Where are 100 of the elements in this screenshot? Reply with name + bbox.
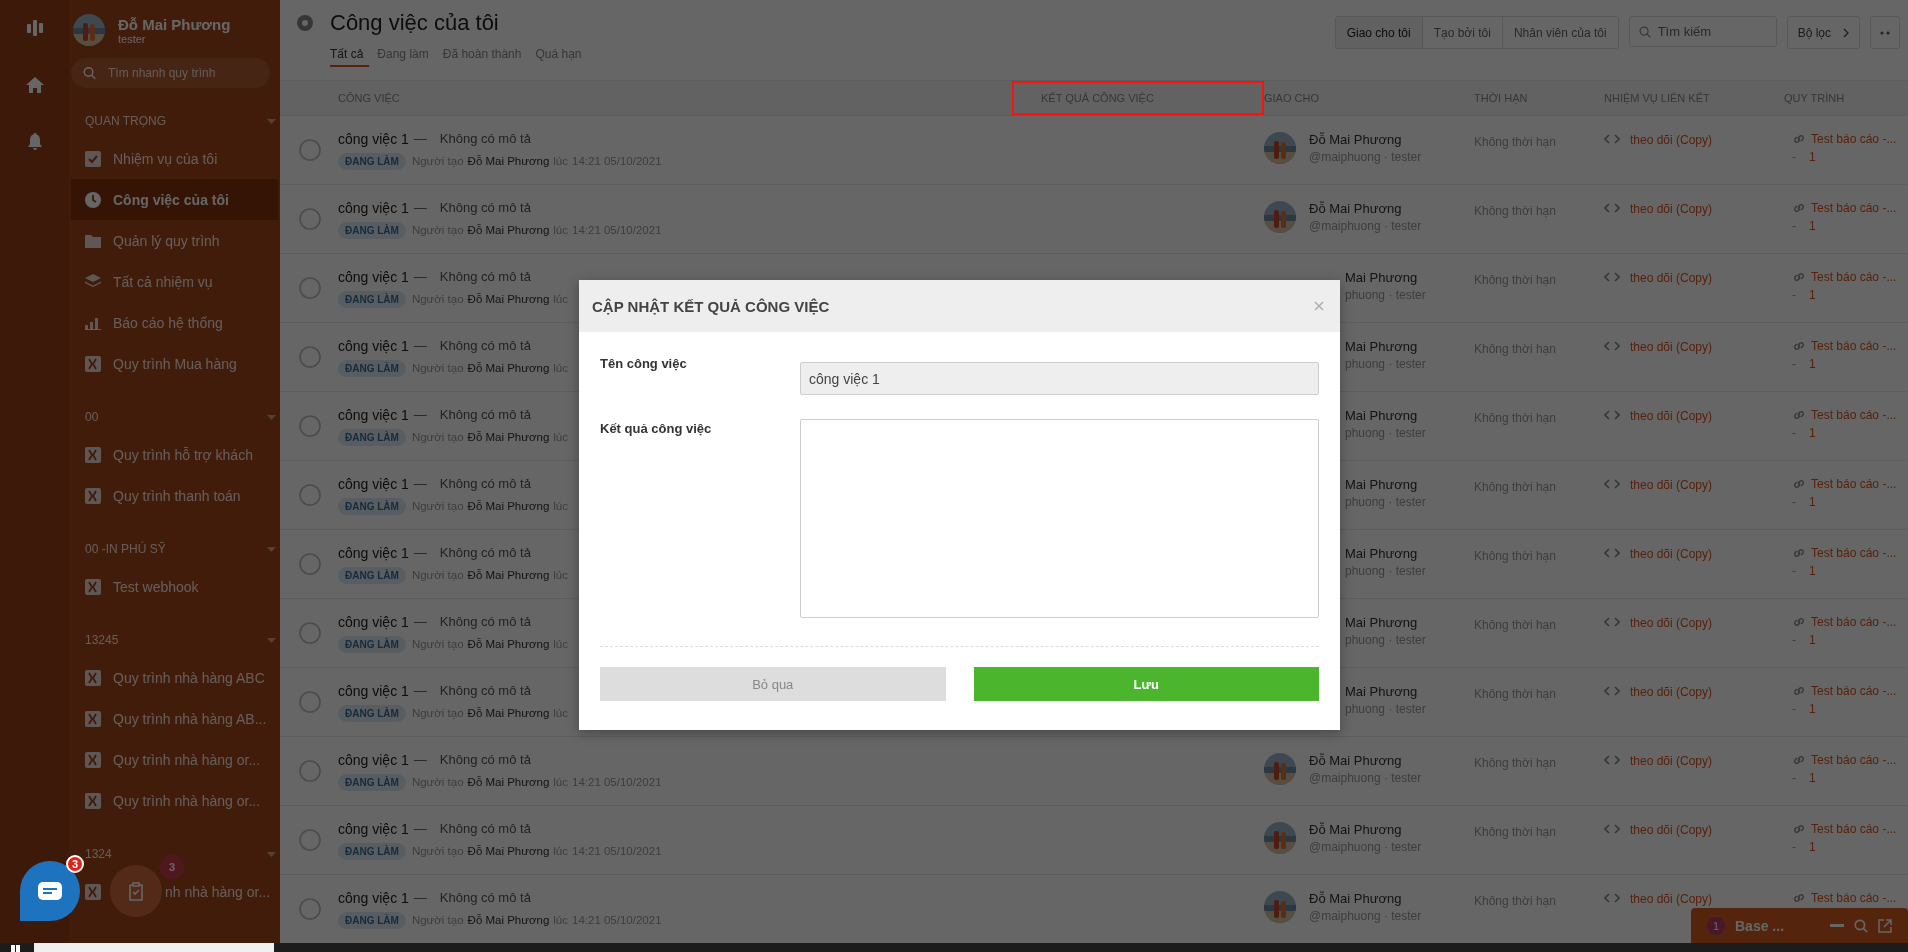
sidebar-item[interactable]: Nhiệm vụ của tôi bbox=[71, 138, 278, 179]
minimize-icon[interactable] bbox=[1830, 924, 1844, 927]
process-link[interactable]: Test báo cáo -... bbox=[1811, 753, 1897, 767]
task-name[interactable]: công việc 1 bbox=[338, 544, 409, 561]
external-link-icon[interactable] bbox=[1878, 918, 1892, 933]
bell-icon[interactable] bbox=[26, 133, 43, 151]
task-name[interactable]: công việc 1 bbox=[338, 475, 409, 492]
circle-checkbox[interactable] bbox=[299, 760, 321, 782]
process-link[interactable]: Test báo cáo -... bbox=[1811, 408, 1897, 422]
circle-checkbox[interactable] bbox=[299, 829, 321, 851]
linked-task-link[interactable]: theo dõi (Copy) bbox=[1630, 685, 1713, 699]
save-button[interactable]: Lưu bbox=[973, 667, 1319, 701]
status-badge: ĐANG LÀM bbox=[338, 911, 406, 929]
sidebar-item[interactable]: Test webhook bbox=[71, 566, 278, 607]
process-link[interactable]: Test báo cáo -... bbox=[1811, 684, 1897, 698]
assignee-name: Mai Phương bbox=[1345, 615, 1419, 630]
chat-widget[interactable]: 1 Base ... bbox=[1691, 908, 1908, 943]
linked-task-link[interactable]: theo dõi (Copy) bbox=[1630, 892, 1713, 906]
sidebar-item[interactable]: Quản lý quy trình bbox=[71, 220, 278, 261]
search-icon bbox=[1638, 25, 1651, 38]
home-icon[interactable] bbox=[25, 77, 44, 93]
task-name[interactable]: công việc 1 bbox=[338, 268, 409, 285]
text-area[interactable] bbox=[800, 419, 1319, 618]
status-badge: ĐANG LÀM bbox=[338, 497, 406, 515]
circle-checkbox[interactable] bbox=[299, 346, 321, 368]
sidebar-item[interactable]: Quy trình nhà hàng ABC bbox=[71, 657, 278, 698]
sidebar-item[interactable]: Báo cáo hệ thống bbox=[71, 302, 278, 343]
search-icon bbox=[83, 66, 96, 80]
close-icon[interactable] bbox=[1314, 301, 1324, 311]
sidebar-item[interactable]: Quy trình nhà hàng or... bbox=[71, 780, 278, 821]
creator-name: Đỗ Mai Phương bbox=[467, 293, 550, 305]
sidebar-item[interactable]: Quy trình nhà hàng AB... bbox=[71, 698, 278, 739]
windows-icon[interactable] bbox=[8, 943, 22, 952]
process-number: 1 bbox=[1809, 219, 1816, 233]
circle-checkbox[interactable] bbox=[299, 898, 321, 920]
task-name[interactable]: công việc 1 bbox=[338, 820, 409, 837]
process-link[interactable]: Test báo cáo -... bbox=[1811, 339, 1897, 353]
taskbar-search-field[interactable] bbox=[34, 943, 274, 952]
task-name[interactable]: công việc 1 bbox=[338, 751, 409, 768]
task-name[interactable]: công việc 1 bbox=[338, 889, 409, 906]
dash: — bbox=[413, 683, 427, 698]
linked-task-link[interactable]: theo dõi (Copy) bbox=[1630, 616, 1713, 630]
process-link[interactable]: Test báo cáo -... bbox=[1811, 615, 1897, 629]
linked-task-link[interactable]: theo dõi (Copy) bbox=[1630, 133, 1713, 147]
circle-checkbox[interactable] bbox=[299, 139, 321, 161]
sidebar-item[interactable]: Công việc của tôi bbox=[71, 179, 278, 220]
linked-task-link[interactable]: theo dõi (Copy) bbox=[1630, 754, 1713, 768]
cancel-button[interactable]: Bỏ qua bbox=[600, 667, 946, 701]
chat-widget-title: Base ... bbox=[1735, 917, 1786, 934]
circle-checkbox[interactable] bbox=[299, 208, 321, 230]
sidebar-item[interactable]: Quy trình thanh toán bbox=[71, 475, 278, 516]
circle-checkbox[interactable] bbox=[299, 415, 321, 437]
process-link[interactable]: Test báo cáo -... bbox=[1811, 891, 1897, 905]
process-link[interactable]: Test báo cáo -... bbox=[1811, 270, 1897, 284]
process-link[interactable]: Test báo cáo -... bbox=[1811, 546, 1897, 560]
code-icon bbox=[1604, 616, 1620, 628]
task-description: Không có mô tả bbox=[439, 200, 531, 215]
process-link[interactable]: Test báo cáo -... bbox=[1811, 132, 1897, 146]
process-link[interactable]: Test báo cáo -... bbox=[1811, 822, 1897, 836]
link-icon bbox=[1792, 615, 1806, 629]
task-name[interactable]: công việc 1 bbox=[338, 682, 409, 699]
process-link[interactable]: Test báo cáo -... bbox=[1811, 477, 1897, 491]
task-name[interactable]: công việc 1 bbox=[338, 337, 409, 354]
task-name[interactable]: công việc 1 bbox=[338, 613, 409, 630]
circle-checkbox[interactable] bbox=[299, 277, 321, 299]
sidebar-item[interactable]: Quy trình Mua hàng bbox=[71, 343, 278, 384]
task-name[interactable]: công việc 1 bbox=[338, 406, 409, 423]
task-description: Không có mô tả bbox=[439, 683, 531, 698]
filter-tab[interactable]: Giao cho tôi bbox=[1335, 17, 1422, 48]
process-link[interactable]: Test báo cáo -... bbox=[1811, 201, 1897, 215]
creator-name: Đỗ Mai Phương bbox=[467, 914, 550, 926]
filter-tab[interactable]: Nhân viên của tôi bbox=[1501, 17, 1618, 48]
more-button[interactable] bbox=[1870, 16, 1900, 49]
linked-task-link[interactable]: theo dõi (Copy) bbox=[1630, 340, 1713, 354]
clock-icon bbox=[85, 191, 101, 208]
link-icon bbox=[1792, 339, 1806, 353]
linked-task-link[interactable]: theo dõi (Copy) bbox=[1630, 823, 1713, 837]
search-field[interactable]: Tìm kiếm bbox=[1628, 16, 1777, 47]
logo-icon[interactable] bbox=[25, 19, 44, 37]
filter-button[interactable]: Bộ lọc bbox=[1786, 16, 1860, 49]
linked-task-link[interactable]: theo dõi (Copy) bbox=[1630, 409, 1713, 423]
linked-task-link[interactable]: theo dõi (Copy) bbox=[1630, 202, 1713, 216]
creator-name: Đỗ Mai Phương bbox=[467, 845, 550, 857]
sidebar-item[interactable]: Quy trình nhà hàng or... bbox=[71, 739, 278, 780]
circle-checkbox[interactable] bbox=[299, 484, 321, 506]
sidebar-item[interactable]: Tất cả nhiệm vụ bbox=[71, 261, 278, 302]
linked-task-link[interactable]: theo dõi (Copy) bbox=[1630, 547, 1713, 561]
linked-task-link[interactable]: theo dõi (Copy) bbox=[1630, 478, 1713, 492]
circle-checkbox[interactable] bbox=[299, 691, 321, 713]
linked-task-link[interactable]: theo dõi (Copy) bbox=[1630, 271, 1713, 285]
task-name[interactable]: công việc 1 bbox=[338, 199, 409, 216]
sidebar-item[interactable]: Quy trình hỗ trợ khách bbox=[71, 434, 278, 475]
assignee-name: Đỗ Mai Phương bbox=[1309, 891, 1403, 906]
task-name[interactable]: công việc 1 bbox=[338, 130, 409, 147]
search-icon[interactable] bbox=[1854, 918, 1868, 933]
link-icon bbox=[1792, 270, 1806, 284]
circle-checkbox[interactable] bbox=[299, 553, 321, 575]
tab[interactable]: Tất cả bbox=[330, 45, 370, 67]
circle-checkbox[interactable] bbox=[299, 622, 321, 644]
user-name: Đỗ Mai Phương bbox=[118, 15, 231, 33]
